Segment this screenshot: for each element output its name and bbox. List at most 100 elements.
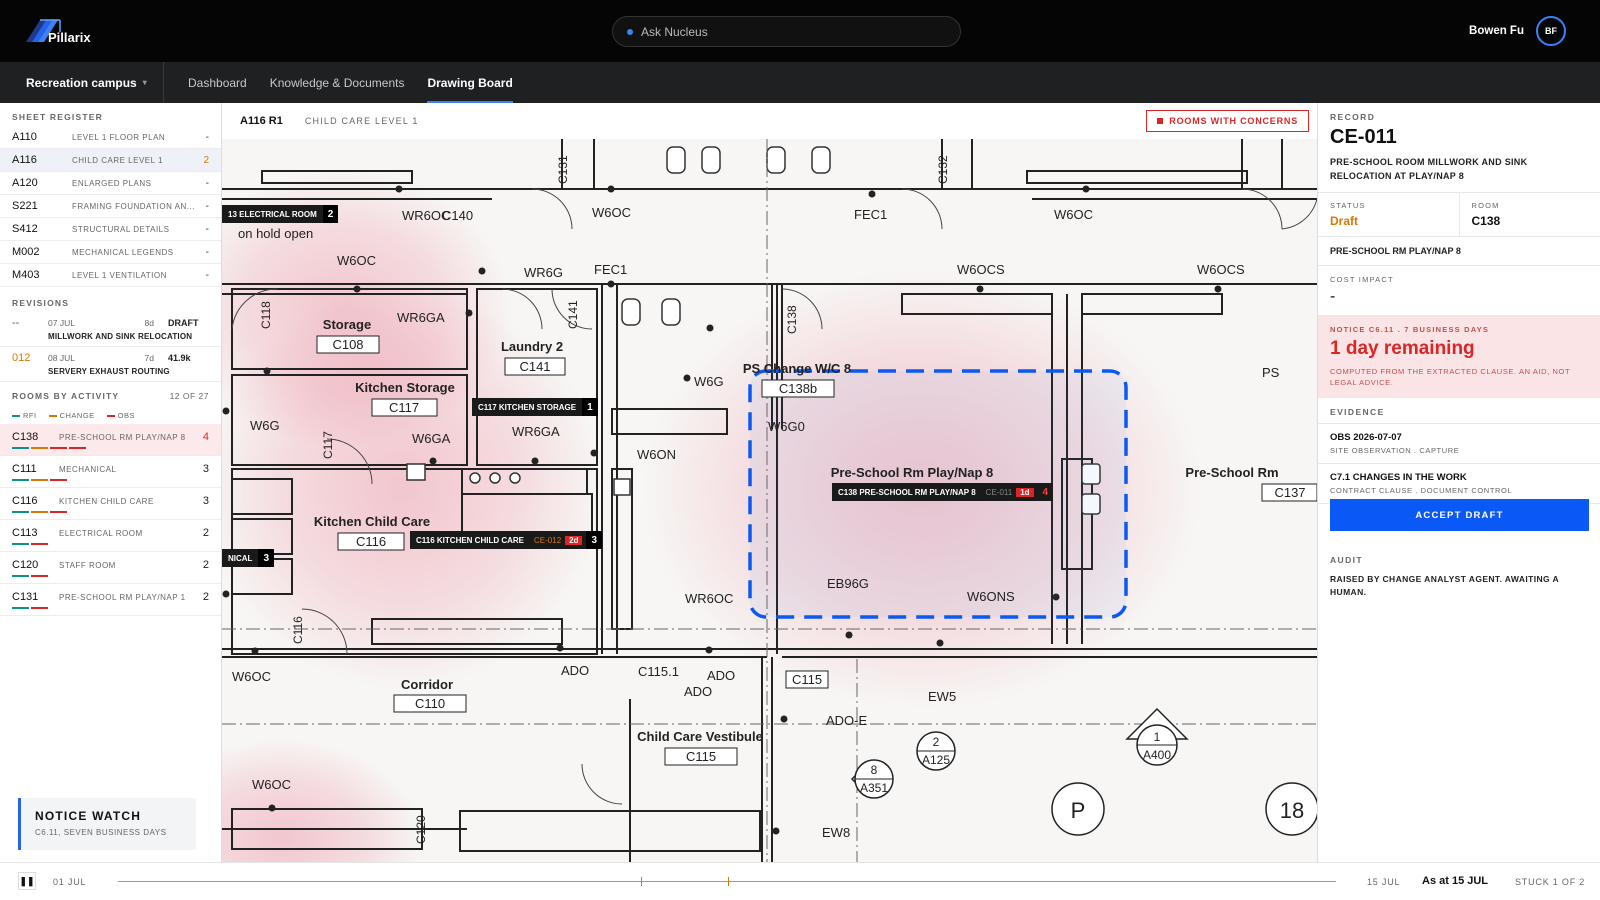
room-row-c131[interactable]: C131 PRE-SCHOOL RM PLAY/NAP 1 2 (0, 584, 221, 616)
revisions-title: REVISIONS (12, 298, 70, 308)
tag-label: NICAL (228, 553, 253, 563)
timeline-event-marker[interactable] (728, 877, 729, 886)
sheet-row-a116[interactable]: A116 CHILD CARE LEVEL 1 2 (0, 149, 221, 172)
sheet-name: LEVEL 1 FLOOR PLAN (72, 132, 166, 142)
tag-due: 1d (1016, 487, 1034, 497)
sheet-id: M403 (12, 269, 40, 281)
sheet-issue-count: - (205, 223, 209, 235)
avatar[interactable]: BF (1536, 16, 1566, 46)
legend-label: RFI (23, 411, 37, 420)
sheet-row-s412[interactable]: S412 STRUCTURAL DETAILS - (0, 218, 221, 241)
code-c120-v: C120 (414, 815, 428, 844)
accept-draft-button[interactable]: ACCEPT DRAFT (1330, 499, 1589, 531)
evidence-item[interactable]: C7.1 CHANGES IN THE WORK CONTRACT CLAUSE… (1318, 464, 1600, 504)
tab-knowledge-documents[interactable]: Knowledge & Documents (270, 64, 405, 102)
tab-drawing-board[interactable]: Drawing Board (427, 64, 514, 103)
tab-dashboard[interactable]: Dashboard (188, 64, 247, 102)
sheet-id: A116 R1 (240, 115, 283, 127)
detail-2-sheet: A125 (922, 753, 950, 767)
sheet-id: S221 (12, 200, 38, 212)
activity-bar (31, 447, 48, 449)
code-c141-v: C141 (566, 300, 580, 329)
room-value[interactable]: C138 (1472, 214, 1589, 228)
search-placeholder: Ask Nucleus (641, 24, 708, 39)
campus-selector[interactable]: Recreation campus ▾ (0, 62, 164, 103)
plan-tag-electrical-room[interactable]: 13 ELECTRICAL ROOM 2 (222, 205, 339, 223)
timeline-event-marker[interactable] (641, 877, 642, 886)
revision-tag: 41.9k (168, 353, 191, 363)
revision-id: -- (12, 317, 20, 329)
stuck-counter[interactable]: STUCK 1 OF 2 (1515, 877, 1585, 887)
chevron-down-icon: ▾ (142, 78, 147, 87)
nav-bar: Recreation campus ▾ Dashboard Knowledge … (0, 62, 1600, 103)
sheet-id: A110 (12, 131, 37, 143)
code-c117-v: C117 (321, 431, 335, 459)
legend-rfi: RFI (12, 411, 37, 420)
label-fec1-2: FEC1 (594, 262, 627, 277)
notice-label: NOTICE C6.11 . 7 BUSINESS DAYS (1330, 325, 1490, 334)
timeline-scrubber[interactable] (118, 877, 1336, 886)
room-code-c141: C141 (519, 359, 550, 374)
plan-tag-kitchen-storage[interactable]: C117 KITCHEN STORAGE 1 (472, 398, 598, 416)
sheet-row-a120[interactable]: A120 ENLARGED PLANS - (0, 172, 221, 195)
user-menu[interactable]: Bowen Fu BF (1469, 16, 1566, 46)
pause-icon: ❚❚ (19, 875, 35, 886)
rooms-with-concerns-toggle[interactable]: ROOMS WITH CONCERNS (1146, 110, 1309, 132)
sheet-issue-count: 2 (203, 154, 209, 166)
room-label: ROOM (1471, 201, 1500, 210)
brand-name: Pillarix (48, 30, 91, 45)
activity-bar (31, 511, 48, 513)
notice-watch-title: NOTICE WATCH (35, 809, 142, 823)
room-row-c113[interactable]: C113 ELECTRICAL ROOM 2 (0, 520, 221, 552)
notice-deadline: NOTICE C6.11 . 7 BUSINESS DAYS 1 day rem… (1318, 316, 1600, 398)
audit-text: RAISED BY CHANGE ANALYST AGENT. AWAITING… (1330, 574, 1559, 597)
room-id: C113 (12, 527, 38, 539)
sheet-issue-count: - (205, 177, 209, 189)
room-code-c137: C137 (1274, 485, 1305, 500)
legend-swatch (48, 414, 57, 417)
sheet-issue-count: - (205, 200, 209, 212)
revision-item[interactable]: -- 07 JUL 8d DRAFT MILLWORK AND SINK RELOCAT… (0, 312, 221, 347)
floor-plan: WR6OC C140 W6OC FEC1 W6OC W6OC WR6G FEC1… (222, 139, 1317, 862)
revision-id: 012 (12, 352, 31, 364)
pause-button[interactable]: ❚❚ (18, 872, 36, 890)
activity-bars (12, 447, 209, 449)
detail-1-num: 1 (1154, 730, 1161, 744)
sheet-row-s221[interactable]: S221 FRAMING FOUNDATION AN... - (0, 195, 221, 218)
notice-watch-card[interactable]: NOTICE WATCH C6.11, SEVEN BUSINESS DAYS (18, 798, 196, 850)
room-activity-count: 4 (202, 431, 209, 443)
timeline-as-at: As at 15 JUL (1422, 875, 1489, 887)
label-w6oc-5: W6OC (252, 777, 291, 792)
sheet-name: ENLARGED PLANS (72, 178, 152, 188)
brand-logo[interactable]: Pillarix (26, 16, 106, 46)
activity-bar (12, 447, 29, 449)
tag-code: CE-011 (985, 487, 1013, 497)
room-name: ELECTRICAL ROOM (59, 528, 143, 538)
plan-tag-mechanical[interactable]: NICAL 3 (222, 549, 275, 567)
plan-tag-c116[interactable]: C116 KITCHEN CHILD CARE CE-012 2d 3 (410, 531, 603, 549)
room-row-c111[interactable]: C111 MECHANICAL 3 (0, 456, 221, 488)
room-row-c120[interactable]: C120 STAFF ROOM 2 (0, 552, 221, 584)
tag-label: C138 PRE-SCHOOL RM PLAY/NAP 8 (838, 487, 976, 497)
sheet-row-m002[interactable]: M002 MECHANICAL LEGENDS - (0, 241, 221, 264)
code-c116-v: C116 (291, 616, 305, 644)
sheet-row-m403[interactable]: M403 LEVEL 1 VENTILATION - (0, 264, 221, 287)
room-row-c116[interactable]: C116 KITCHEN CHILD CARE 3 (0, 488, 221, 520)
code-c118: C118 (259, 301, 273, 329)
room-activity-count: 3 (202, 463, 209, 475)
room-row-c138[interactable]: C138 PRE-SCHOOL RM PLAY/NAP 8 4 (0, 424, 221, 456)
search-input[interactable]: Ask Nucleus (612, 16, 961, 47)
detail-1-sheet: A400 (1143, 748, 1171, 762)
drawing-canvas[interactable]: A116 R1 CHILD CARE LEVEL 1 ROOMS WITH CO… (222, 103, 1317, 862)
days-remaining: 1 day remaining (1330, 338, 1475, 359)
room-id: C116 (12, 495, 38, 507)
sheet-row-a110[interactable]: A110 LEVEL 1 FLOOR PLAN - (0, 126, 221, 149)
room-name: PRE-SCHOOL RM PLAY/NAP 1 (59, 592, 186, 602)
revision-item[interactable]: 012 08 JUL 7d 41.9k SERVERY EXHAUST ROUTING (0, 347, 221, 382)
plan-tag-c138[interactable]: C138 PRE-SCHOOL RM PLAY/NAP 8 CE-011 1d … (832, 483, 1054, 501)
evidence-item[interactable]: OBS 2026-07-07 SITE OBSERVATION . CAPTUR… (1318, 424, 1600, 464)
evidence-title: C7.1 CHANGES IN THE WORK (1330, 472, 1467, 483)
activity-bar (12, 575, 29, 577)
label-w6ocs: W6OCS (957, 262, 1005, 277)
label-ado: ADO (561, 663, 589, 678)
